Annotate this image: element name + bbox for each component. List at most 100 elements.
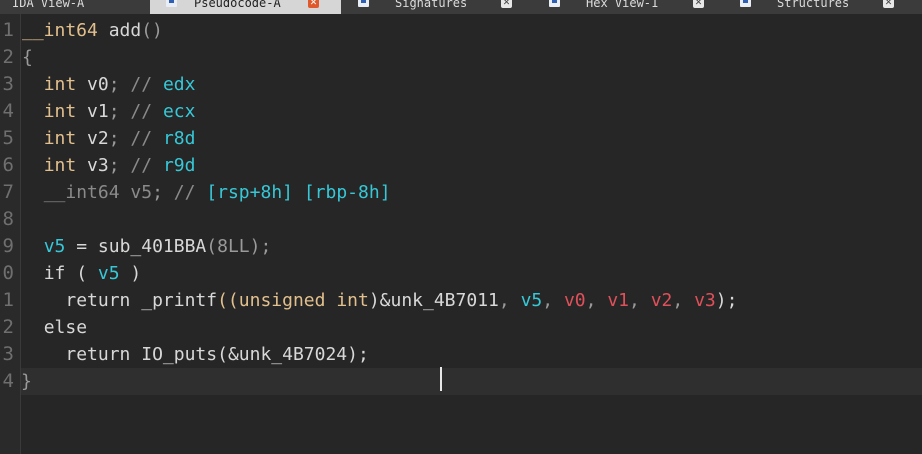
tab-signatures[interactable]: Signatures ✕: [341, 0, 531, 14]
code-line[interactable]: if ( v5 ): [22, 260, 142, 287]
comma: ,: [672, 290, 695, 311]
cast-type: unsigned int: [238, 290, 369, 311]
comma: ,: [585, 290, 608, 311]
arg-var[interactable]: v3: [694, 290, 716, 311]
line-number: 7: [2, 181, 14, 203]
arg-var[interactable]: v0: [564, 290, 586, 311]
tab-pseudocode-a[interactable]: Pseudocode-A ✕: [150, 0, 341, 14]
close-icon[interactable]: ✕: [501, 0, 512, 8]
comment-slashes: //: [130, 101, 153, 122]
text-cursor: [440, 367, 442, 391]
arg-var[interactable]: v2: [651, 290, 673, 311]
var-name[interactable]: v1: [87, 101, 109, 122]
semicolon: ;: [108, 155, 120, 176]
parens: (): [141, 20, 163, 41]
global-ref[interactable]: )&unk_4B7011: [369, 290, 499, 311]
var-name[interactable]: v5: [44, 236, 66, 257]
code-line[interactable]: v5 = sub_401BBA(8LL);: [22, 233, 272, 260]
close-icon[interactable]: ✕: [883, 0, 894, 8]
close-icon[interactable]: ✕: [693, 0, 704, 8]
semicolon: ;: [108, 101, 120, 122]
line-number: 4: [2, 370, 14, 392]
line-number: 4: [2, 100, 14, 122]
var-name[interactable]: v5: [130, 182, 152, 203]
pseudocode-icon: [166, 0, 177, 7]
pseudocode-editor[interactable]: 1 2 3 4 5 6 7 8 9 0 1 2 3 4 __int64 add(…: [0, 14, 922, 454]
comma: ,: [498, 290, 521, 311]
code-line[interactable]: return _printf((unsigned int)&unk_4B7011…: [22, 287, 737, 314]
line-number: 0: [2, 262, 14, 284]
semicolon: ;: [108, 128, 120, 149]
var-type: int: [43, 74, 77, 95]
open-paren: (: [206, 236, 218, 257]
assign-operator: =: [65, 236, 98, 257]
function-call[interactable]: IO_puts: [141, 344, 217, 365]
comment-slashes: //: [130, 74, 153, 95]
global-ref[interactable]: &unk_4B7024: [228, 344, 347, 365]
hex-view-icon: [549, 0, 560, 7]
semicolon: ;: [108, 74, 120, 95]
semicolon: ;: [152, 182, 163, 203]
register-comment: r8d: [162, 128, 196, 149]
var-name[interactable]: v5: [98, 263, 120, 284]
code-line[interactable]: int v3; // r9d: [22, 152, 196, 179]
comment-slashes: //: [173, 182, 196, 203]
tab-bar: IDA View-A Pseudocode-A ✕ Signatures ✕ H…: [0, 0, 922, 14]
line-number: 9: [2, 235, 14, 257]
line-number: 2: [2, 316, 14, 338]
code-line[interactable]: else: [22, 314, 87, 341]
comment-slashes: //: [130, 155, 153, 176]
code-line[interactable]: {: [22, 44, 33, 71]
open-brace: {: [22, 47, 33, 68]
arg-var[interactable]: v1: [607, 290, 629, 311]
var-type: int: [43, 101, 77, 122]
tab-label: Signatures: [395, 0, 468, 10]
tab-label: Structures: [777, 0, 850, 10]
keyword-if: if: [43, 263, 66, 284]
close-paren: );: [347, 344, 369, 365]
close-icon[interactable]: ✕: [308, 0, 319, 8]
code-line[interactable]: __int64 add(): [22, 17, 163, 44]
register-comment: r9d: [162, 155, 196, 176]
open-paren: ((: [217, 290, 239, 311]
code-line[interactable]: int v0; // edx: [22, 71, 196, 98]
line-number: 6: [2, 154, 14, 176]
argument: 8LL: [217, 236, 250, 257]
code-line[interactable]: return IO_puts(&unk_4B7024);: [22, 341, 369, 368]
tab-hex-view-1[interactable]: Hex View-1 ✕: [531, 0, 721, 14]
var-name[interactable]: v0: [87, 74, 109, 95]
var-name[interactable]: v2: [87, 128, 109, 149]
current-code-line[interactable]: }: [21, 368, 922, 395]
close-paren: ): [119, 263, 142, 284]
line-number-gutter: 1 2 3 4 5 6 7 8 9 0 1 2 3 4: [0, 14, 21, 454]
stack-location-comment: [rsp+8h] [rbp-8h]: [206, 182, 391, 203]
tab-label: Hex View-1: [586, 0, 659, 10]
function-call[interactable]: sub_401BBA: [98, 236, 206, 257]
code-line[interactable]: __int64 v5; // [rsp+8h] [rbp-8h]: [22, 179, 391, 206]
open-paren: (: [65, 263, 98, 284]
comma: ,: [542, 290, 564, 311]
line-number: 8: [2, 208, 14, 230]
var-type: int: [43, 155, 77, 176]
code-line[interactable]: int v1; // ecx: [22, 98, 196, 125]
tab-ida-view-a[interactable]: IDA View-A: [0, 0, 150, 14]
function-call[interactable]: _printf: [141, 290, 217, 311]
var-name[interactable]: v3: [87, 155, 109, 176]
comment-slashes: //: [130, 128, 153, 149]
tab-label: IDA View-A: [12, 0, 85, 10]
open-paren: (: [217, 344, 228, 365]
keyword-return: return: [65, 344, 131, 365]
return-type: __int64: [22, 20, 98, 41]
var-type: __int64: [43, 182, 120, 203]
function-name[interactable]: add: [109, 20, 142, 41]
line-number: 3: [2, 343, 14, 365]
tab-structures[interactable]: Structures ✕: [721, 0, 922, 14]
register-comment: edx: [162, 74, 196, 95]
comma: ,: [629, 290, 651, 311]
arg-var[interactable]: v5: [521, 290, 543, 311]
structures-icon: [740, 0, 751, 7]
line-number: 2: [2, 46, 14, 68]
code-line[interactable]: int v2; // r8d: [22, 125, 196, 152]
line-number: 1: [2, 289, 14, 311]
close-paren: );: [249, 236, 272, 257]
